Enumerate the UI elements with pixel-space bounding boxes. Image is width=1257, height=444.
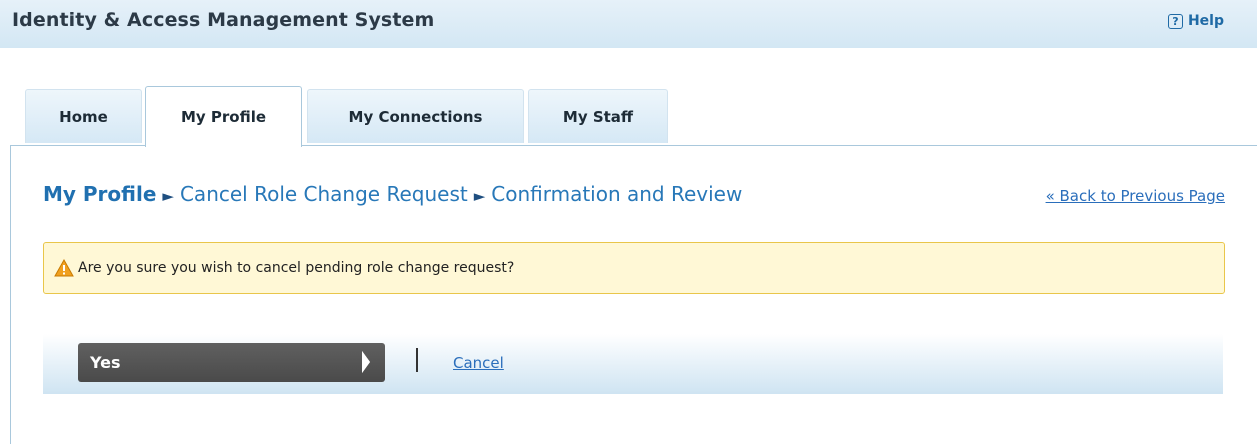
help-label: Help [1187,13,1224,29]
app-title: Identity & Access Management System [12,9,435,31]
breadcrumb-separator: ► [473,187,486,205]
tab-home[interactable]: Home [25,89,142,143]
breadcrumb-root: My Profile [43,182,157,206]
content-left-border [10,145,11,444]
warning-triangle-icon [54,259,74,277]
confirmation-alert: Are you sure you wish to cancel pending … [43,242,1225,294]
yes-button[interactable]: Yes [78,343,385,382]
tab-my-connections[interactable]: My Connections [307,89,524,143]
tab-my-profile[interactable]: My Profile [145,86,302,147]
action-bar: Yes Cancel [43,334,1223,394]
yes-button-label: Yes [90,353,121,372]
alert-message: Are you sure you wish to cancel pending … [78,260,515,276]
app-header: Identity & Access Management System ? He… [0,0,1257,48]
cancel-link[interactable]: Cancel [453,354,504,372]
breadcrumb: My Profile ► Cancel Role Change Request ► Co… [43,182,742,206]
chevron-right-icon [362,351,370,373]
breadcrumb-separator: ► [162,187,174,205]
help-link[interactable]: ? Help [1167,13,1224,29]
breadcrumb-step-confirmation: Confirmation and Review [491,182,743,206]
tab-my-staff[interactable]: My Staff [528,89,668,143]
back-to-previous-page-link[interactable]: « Back to Previous Page [1046,187,1225,205]
action-divider [416,348,418,372]
help-icon: ? [1167,13,1183,29]
breadcrumb-step-cancel-request: Cancel Role Change Request [179,182,468,206]
